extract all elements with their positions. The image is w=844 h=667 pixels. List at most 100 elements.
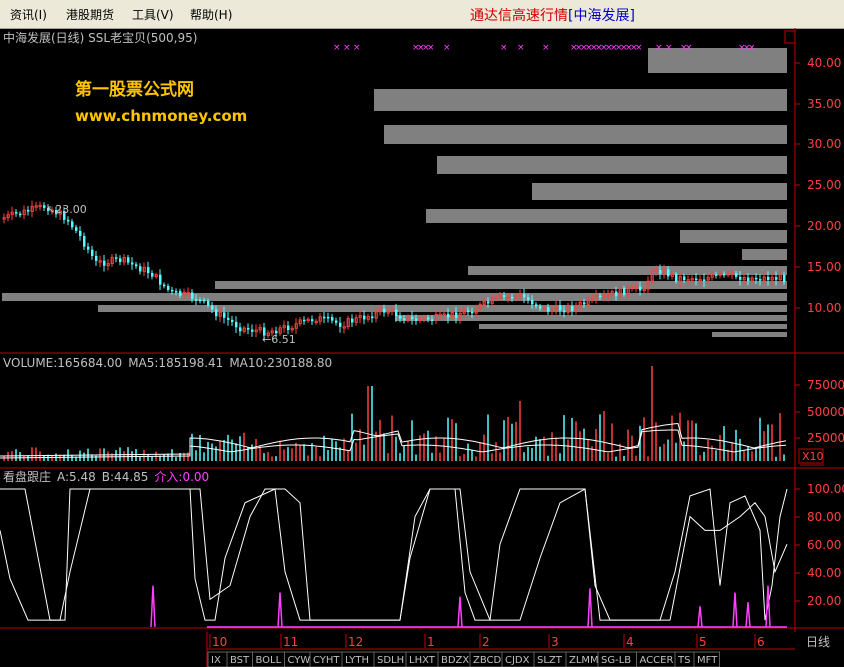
- candle-body: [723, 273, 726, 276]
- entry-spike: [745, 602, 751, 628]
- menu-tools[interactable]: 工具(V): [132, 6, 174, 23]
- indicator-tab-label[interactable]: BDZX: [441, 655, 469, 666]
- volume-ma10: MA10:230188.80: [229, 356, 332, 370]
- candle-body: [331, 317, 334, 321]
- watermark-url: www.chnmoney.com: [75, 107, 247, 125]
- signal-markers: × × × ×××× × × × × ×××××××××××××× × × ×× ×××: [333, 43, 756, 53]
- candle-body: [115, 257, 118, 259]
- indicator-tab-label[interactable]: TS: [677, 655, 690, 666]
- price-tick: 20.00: [807, 219, 841, 233]
- time-axis-and-tabs: 10 11 12 1 2 3 4 5 6 日线 IX BST BOLL CYW CYHT LYTH SDLH…: [0, 632, 844, 667]
- indicator-tab-label[interactable]: CYW: [288, 655, 311, 666]
- indicator-tab-label[interactable]: LHXT: [409, 655, 436, 666]
- candle-body: [431, 319, 434, 321]
- candle-body: [191, 292, 194, 300]
- indicator-tab-strip[interactable]: IX BST BOLL CYW CYHT LYTH SDLH LHXT BDZX ZBCD CJDX…: [207, 651, 720, 667]
- candle-body: [535, 304, 538, 307]
- candle-body: [523, 294, 526, 298]
- indicator-b: B:44.85: [102, 470, 149, 484]
- month-label: 10: [212, 635, 227, 649]
- candle-body: [559, 305, 562, 311]
- entry-spike: [732, 592, 738, 628]
- candle-body: [79, 230, 82, 236]
- signal-marker: ×: [635, 43, 643, 53]
- volume-header: VOLUME:165684.00 MA5:185198.41 MA10:230188…: [3, 356, 332, 370]
- signal-marker: ×: [748, 43, 756, 53]
- month-label: 3: [551, 635, 559, 649]
- candle-body: [303, 319, 306, 322]
- low-price-label: ←6.51: [262, 333, 296, 346]
- candle-body: [67, 219, 70, 222]
- indicator-tab-label[interactable]: IX: [211, 655, 221, 666]
- candle-body: [739, 276, 742, 280]
- signal-marker: ×: [542, 43, 550, 53]
- price-tick: 25.00: [807, 178, 841, 192]
- indicator-tick: 40.00: [807, 566, 841, 580]
- menu-bar: 资讯(I) 港股期货 工具(V) 帮助(H) 通达信高速行情[中海发展]: [0, 0, 844, 29]
- high-price-value: 23.00: [55, 203, 87, 216]
- indicator-tab-label[interactable]: ACCER: [640, 655, 674, 666]
- candle-body: [127, 257, 130, 263]
- indicator-tab-label[interactable]: BST: [230, 655, 250, 666]
- volume-axis: 75000 50000 25000: [795, 378, 844, 445]
- entry-spike: [587, 588, 593, 628]
- candle-body: [71, 221, 74, 228]
- candle-body: [135, 264, 138, 267]
- candle-body: [207, 300, 210, 306]
- signal-marker: ×: [685, 43, 693, 53]
- candle-body: [215, 309, 218, 317]
- candle-body: [415, 318, 418, 321]
- entry-spike: [697, 606, 703, 628]
- indicator-tab-label[interactable]: LYTH: [345, 655, 369, 666]
- indicator-tab-label[interactable]: MFT: [697, 655, 718, 666]
- candle-body: [563, 310, 566, 313]
- candle-body: [539, 306, 542, 309]
- candle-body: [759, 279, 762, 281]
- month-label: 1: [427, 635, 435, 649]
- candle-body: [87, 246, 90, 250]
- candle-body: [27, 210, 30, 212]
- candle-body: [383, 308, 386, 313]
- indicator-tab-label[interactable]: SDLH: [377, 655, 404, 666]
- indicator-tab-label[interactable]: BOLL: [256, 655, 282, 666]
- menu-hk-futures[interactable]: 港股期货: [66, 6, 114, 23]
- indicator-tab-label[interactable]: CJDX: [505, 655, 530, 666]
- indicator-tick: 100.00: [807, 482, 844, 496]
- volume-ma5: MA5:185198.41: [128, 356, 223, 370]
- app-title: 通达信高速行情[中海发展]: [470, 5, 635, 25]
- candle-body: [599, 295, 602, 298]
- indicator-tick: 60.00: [807, 538, 841, 552]
- candle-body: [203, 299, 206, 302]
- candle-body: [195, 299, 198, 301]
- indicator-tab-label[interactable]: SG-LB: [601, 655, 631, 666]
- indicator-tab-label[interactable]: ZLMM: [569, 655, 599, 666]
- candle-body: [231, 319, 234, 322]
- signal-marker: ×: [655, 43, 663, 53]
- candle-body: [371, 316, 374, 319]
- candle-body: [19, 213, 22, 216]
- candle-body: [235, 321, 238, 328]
- candle-body: [735, 273, 738, 277]
- menu-help[interactable]: 帮助(H): [190, 6, 232, 23]
- candle-body: [103, 260, 106, 266]
- panel-toggle-icon[interactable]: [784, 30, 796, 44]
- candle-body: [363, 315, 366, 320]
- indicator-tab-label[interactable]: CYHT: [313, 655, 340, 666]
- candle-body: [175, 291, 178, 293]
- candle-body: [199, 299, 202, 302]
- candle-body: [583, 302, 586, 305]
- chart-area[interactable]: 中海发展(日线) SSL老宝贝(500,95) 第一股票公式网 www.chnm…: [0, 28, 844, 632]
- period-label[interactable]: 日线: [806, 635, 830, 649]
- candle-body: [159, 274, 162, 285]
- candle-body: [527, 297, 530, 300]
- month-label: 4: [626, 635, 634, 649]
- menu-news[interactable]: 资讯(I): [10, 6, 47, 23]
- indicator-tab-label[interactable]: SLZT: [537, 655, 563, 666]
- indicator-lines: [0, 488, 788, 628]
- candle-body: [395, 309, 398, 317]
- candle-body: [339, 322, 342, 327]
- indicator-tab-label[interactable]: ZBCD: [473, 655, 502, 666]
- candle-body: [639, 286, 642, 291]
- entry-spike: [150, 585, 156, 628]
- candle-body: [163, 284, 166, 287]
